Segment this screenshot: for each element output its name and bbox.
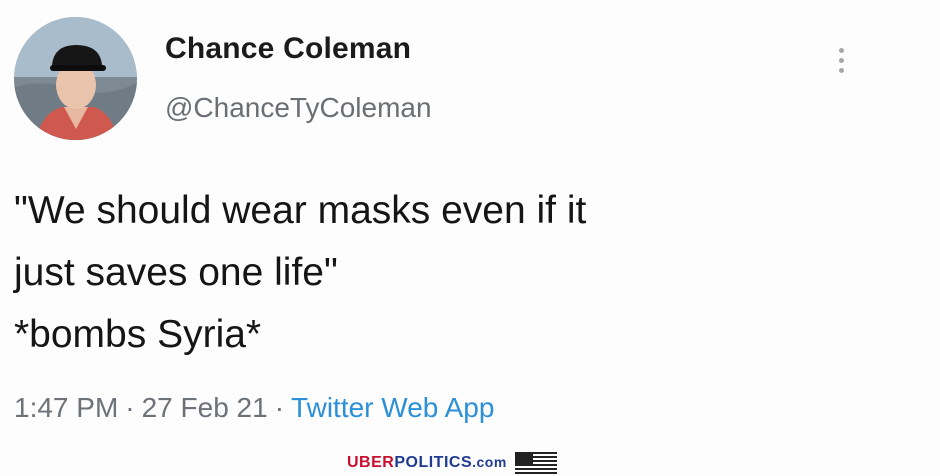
dot <box>838 67 844 73</box>
watermark: UBERPOLITICS.com <box>347 449 589 476</box>
us-flag-icon <box>514 451 557 474</box>
display-name[interactable]: Chance Coleman <box>165 32 411 66</box>
tweet-text-line: "We should wear masks even if it <box>14 189 587 232</box>
separator: · <box>274 392 285 423</box>
profile-photo <box>14 17 137 140</box>
user-handle[interactable]: @ChanceTyColeman <box>165 92 432 124</box>
tweet-source-link[interactable]: Twitter Web App <box>291 392 494 423</box>
watermark-uber: UBER <box>347 453 395 471</box>
dot <box>838 57 844 63</box>
tweet-metadata: 1:47 PM · 27 Feb 21 · Twitter Web App <box>14 392 494 424</box>
watermark-text: UBERPOLITICS.com <box>347 454 507 472</box>
tweet-date[interactable]: 27 Feb 21 <box>142 392 268 423</box>
separator: · <box>125 392 135 423</box>
watermark-politics: POLITICS <box>394 453 473 471</box>
tweet-text-line: *bombs Syria* <box>14 313 262 356</box>
tweet-text-line: just saves one life" <box>14 251 338 294</box>
tweet-text: "We should wear masks even if it just sa… <box>14 180 914 366</box>
tweet-card: Chance Coleman @ChanceTyColeman "We shou… <box>0 0 940 476</box>
dot <box>838 47 844 53</box>
watermark-domain: .com <box>472 453 507 470</box>
more-options-icon[interactable] <box>826 40 856 80</box>
avatar[interactable] <box>14 17 137 140</box>
tweet-time[interactable]: 1:47 PM <box>14 392 118 423</box>
